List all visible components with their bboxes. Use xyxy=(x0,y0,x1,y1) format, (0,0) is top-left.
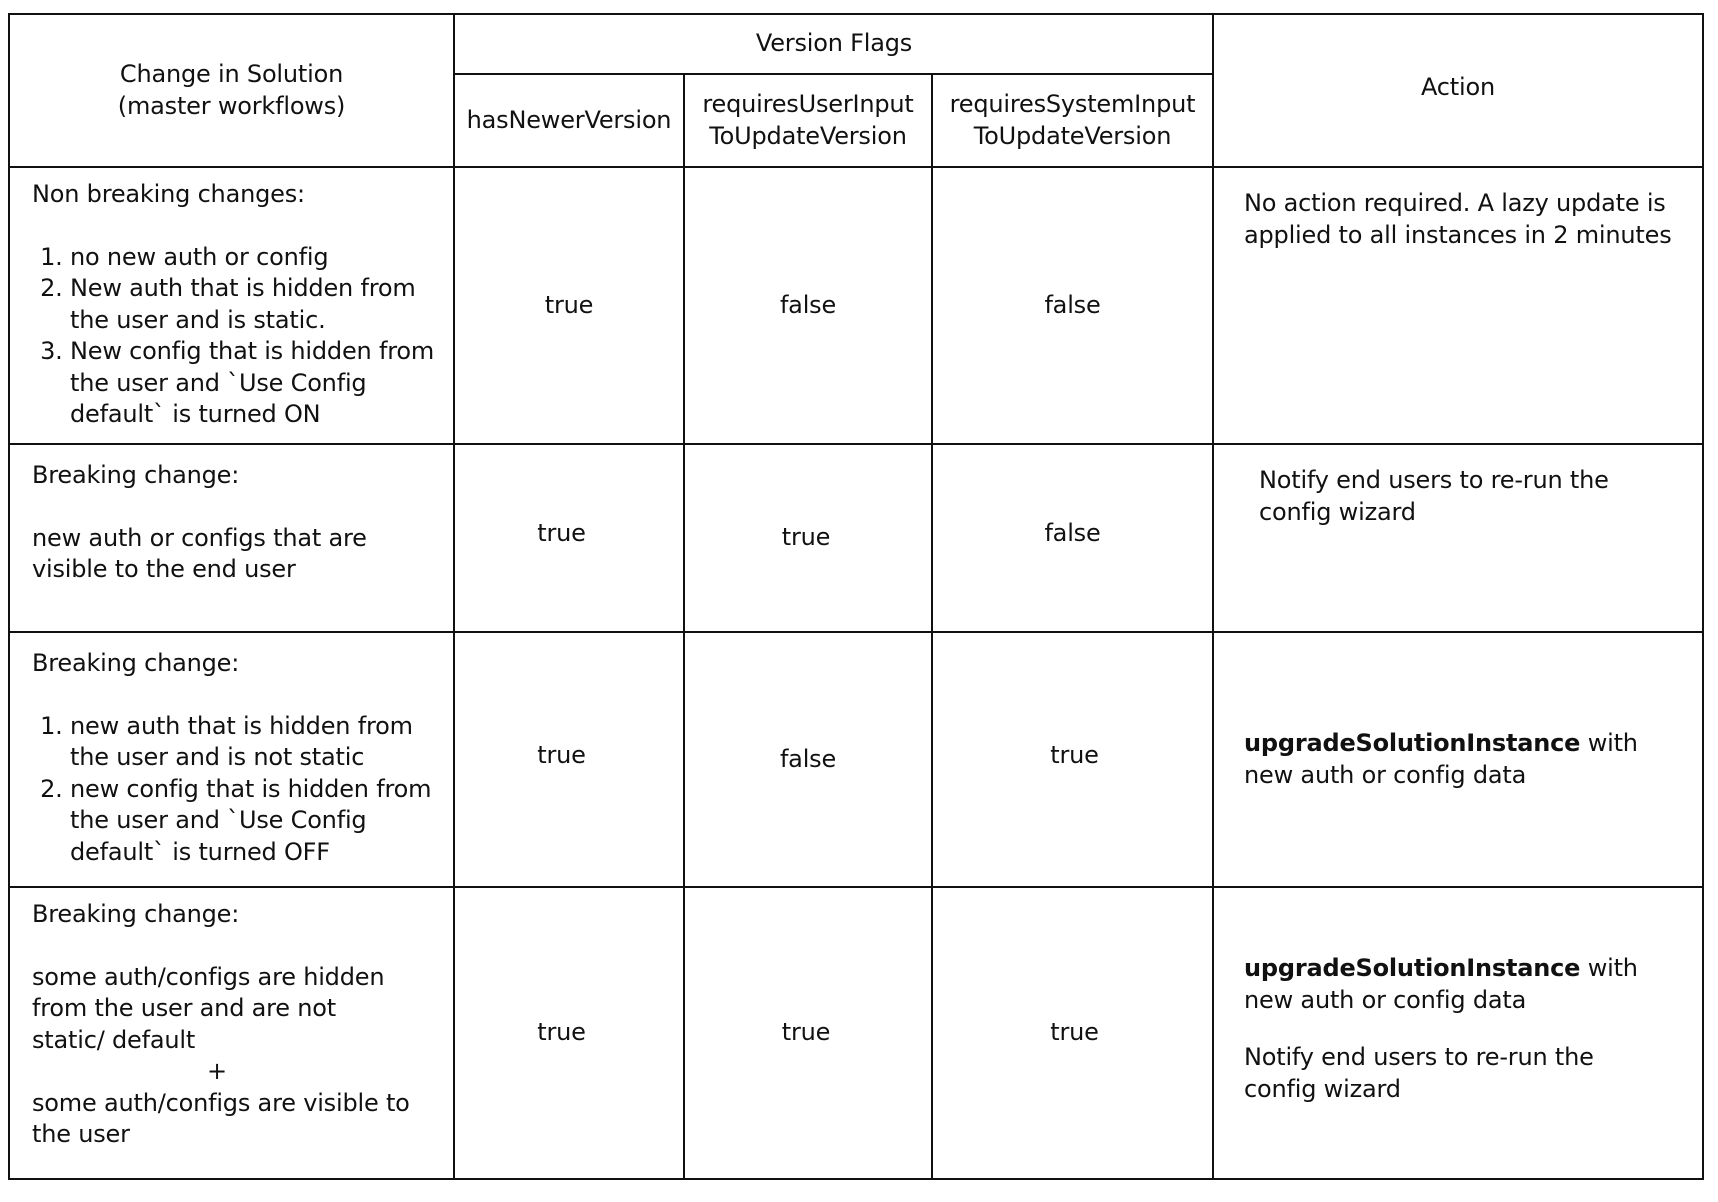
header-flag-label: hasNewerVersion xyxy=(466,105,672,134)
header-action-label: Action xyxy=(1421,72,1495,101)
version-flags-table: Change in Solution (master workflows) Ve… xyxy=(8,13,1704,1180)
action-description: No action required. A lazy update is app… xyxy=(1244,189,1672,249)
row-3-change: Breaking change: new auth that is hidden… xyxy=(10,633,453,886)
flag-value: true xyxy=(781,523,831,552)
change-text: some auth/configs are hidden from the us… xyxy=(32,962,385,1054)
header-requires-user-input: requiresUserInput ToUpdateVersion xyxy=(685,75,931,166)
flag-value: true xyxy=(781,1018,831,1047)
row-4-change: Breaking change: some auth/configs are h… xyxy=(10,888,453,1178)
row-3-action: upgradeSolutionInstance with new auth or… xyxy=(1214,633,1702,886)
change-title: Non breaking changes: xyxy=(32,180,305,208)
action-method: upgradeSolutionInstance xyxy=(1244,729,1581,757)
action-text: upgradeSolutionInstance with new auth or… xyxy=(1244,728,1674,791)
row-2-change: Breaking change: new auth or configs tha… xyxy=(10,445,453,631)
list-item: no new auth or config xyxy=(70,242,453,274)
flag-value: true xyxy=(544,290,594,319)
row-1-requires-system-input: false xyxy=(933,168,1212,443)
header-change-line1: Change in Solution xyxy=(119,60,344,88)
change-title: Breaking change: xyxy=(32,900,240,928)
action-description: Notify end users to re-run the config wi… xyxy=(1259,466,1609,526)
change-list: new auth that is hidden from the user an… xyxy=(32,711,453,869)
row-4-requires-system-input: true xyxy=(933,888,1216,1178)
row-1-change: Non breaking changes: no new auth or con… xyxy=(10,168,453,443)
flag-value: false xyxy=(1044,290,1101,319)
list-item: new config that is hidden from the user … xyxy=(70,774,453,869)
flag-value: false xyxy=(1044,519,1101,548)
list-item: New config that is hidden from the user … xyxy=(70,336,453,431)
row-1-has-newer-version: true xyxy=(455,168,683,443)
row-1-action: No action required. A lazy update is app… xyxy=(1214,168,1702,443)
flag-value: true xyxy=(1050,1018,1099,1047)
header-change-in-solution: Change in Solution (master workflows) xyxy=(10,15,453,166)
change-text: new auth or configs that are visible to … xyxy=(32,523,367,584)
change-title: Breaking change: xyxy=(32,649,240,677)
header-action: Action xyxy=(1214,15,1702,166)
flag-value: false xyxy=(779,744,837,773)
action-text: Notify end users to re-run the config wi… xyxy=(1259,465,1639,528)
flag-value: false xyxy=(779,290,837,319)
action-extra-text: Notify end users to re-run the config wi… xyxy=(1244,1043,1594,1103)
row-2-action: Notify end users to re-run the config wi… xyxy=(1214,445,1702,631)
header-flag-label: requiresSystemInput xyxy=(949,90,1196,118)
row-2-requires-system-input: false xyxy=(933,445,1212,631)
row-4-action: upgradeSolutionInstance with new auth or… xyxy=(1214,888,1702,1178)
plus-joiner: + xyxy=(207,1057,227,1085)
row-3-has-newer-version: true xyxy=(455,633,668,886)
header-flag-label: ToUpdateVersion xyxy=(973,121,1172,150)
header-requires-system-input: requiresSystemInput ToUpdateVersion xyxy=(933,75,1212,166)
header-flag-label: ToUpdateVersion xyxy=(709,121,907,150)
change-title: Breaking change: xyxy=(32,461,240,489)
list-item: new auth that is hidden from the user an… xyxy=(70,711,453,774)
header-flag-label: requiresUserInput xyxy=(702,90,914,118)
row-4-requires-user-input: true xyxy=(685,888,927,1178)
action-method: upgradeSolutionInstance xyxy=(1244,954,1581,982)
change-list: no new auth or config New auth that is h… xyxy=(32,242,453,431)
flag-value: true xyxy=(1050,740,1099,769)
header-has-newer-version: hasNewerVersion xyxy=(455,75,683,166)
list-item: New auth that is hidden from the user an… xyxy=(70,273,453,336)
row-3-requires-system-input: true xyxy=(933,633,1216,886)
header-change-line2: (master workflows) xyxy=(117,91,346,120)
row-1-requires-user-input: false xyxy=(685,168,931,443)
row-3-requires-user-input: false xyxy=(685,633,931,886)
row-4-has-newer-version: true xyxy=(455,888,668,1178)
action-text: No action required. A lazy update is app… xyxy=(1244,188,1702,251)
flag-value: true xyxy=(537,1018,586,1047)
row-2-has-newer-version: true xyxy=(455,445,668,631)
flag-value: true xyxy=(537,740,586,769)
action-text: upgradeSolutionInstance with new auth or… xyxy=(1244,953,1674,1016)
header-version-flags: Version Flags xyxy=(455,15,1213,73)
row-2-requires-user-input: true xyxy=(685,445,931,631)
change-text: some auth/configs are visible to the use… xyxy=(32,1088,410,1149)
flag-value: true xyxy=(537,519,586,548)
header-version-flags-label: Version Flags xyxy=(755,29,913,58)
